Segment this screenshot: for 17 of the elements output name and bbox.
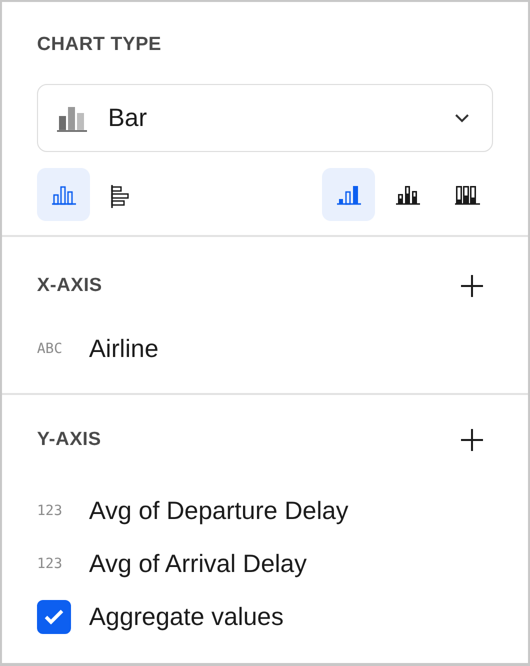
dropdown-value: Bar bbox=[108, 104, 148, 132]
field-name[interactable]: Avg of Arrival Delay bbox=[89, 550, 307, 578]
add-button[interactable] bbox=[459, 427, 485, 453]
field-type-label: ABC bbox=[37, 341, 64, 357]
section-heading: X-AXIS bbox=[37, 275, 102, 297]
field-type-label: 123 bbox=[37, 556, 64, 572]
section-heading: Y-AXIS bbox=[37, 429, 102, 451]
chevron-down-icon bbox=[454, 113, 470, 123]
add-button[interactable] bbox=[459, 273, 485, 299]
chart-type-dropdown[interactable]: Bar bbox=[37, 84, 493, 152]
check-icon bbox=[43, 608, 65, 626]
checkbox-label: Aggregate values bbox=[89, 602, 284, 632]
field-type-label: 123 bbox=[37, 503, 64, 519]
field-name[interactable]: Airline bbox=[89, 334, 158, 364]
section-heading: CHART TYPE bbox=[37, 34, 162, 56]
field-name[interactable]: Avg of Departure Delay bbox=[89, 496, 348, 526]
checkbox[interactable] bbox=[37, 600, 71, 634]
